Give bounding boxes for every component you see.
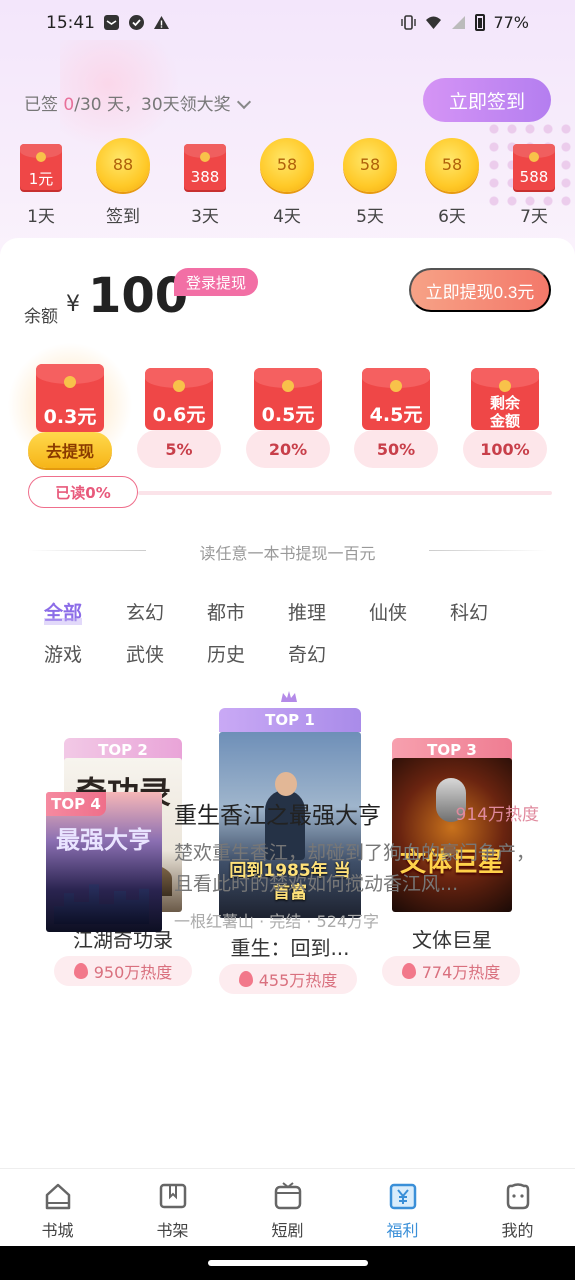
- tier-progress: 20%: [246, 430, 330, 468]
- signin-progress[interactable]: 已签 0/30 天，30天领大奖: [24, 90, 251, 115]
- signin-row: 已签 0/30 天，30天领大奖 立即签到: [24, 78, 551, 124]
- flame-icon: [238, 971, 253, 987]
- book-description: 楚欢重生香江，却碰到了狗血的豪门争产，且看此时的楚欢如何搅动香江风...: [174, 842, 536, 895]
- vibrate-icon: [401, 15, 417, 30]
- signal-icon: [452, 16, 466, 29]
- coin-icon: 58: [260, 138, 314, 192]
- nav-tab-bookstore[interactable]: 书城: [0, 1169, 115, 1247]
- signin-button[interactable]: 立即签到: [423, 78, 551, 122]
- bottom-nav: 书城 书架 短剧 福利 我的: [0, 1168, 575, 1246]
- status-bar: 15:41 77%: [0, 0, 575, 48]
- login-withdraw-tag[interactable]: 登录提现: [174, 268, 259, 296]
- category-tab-all[interactable]: 全部: [44, 598, 83, 625]
- tier-progress: 100%: [463, 430, 547, 468]
- category-tab-tuili[interactable]: 推理: [288, 598, 326, 625]
- withdraw-now-button[interactable]: 立即提现0.3元: [409, 268, 551, 312]
- heat-badge: 950万热度: [54, 956, 192, 986]
- red-packet-icon: 1元: [20, 144, 62, 190]
- check-circle-icon: [129, 15, 144, 30]
- battery-icon: [475, 14, 486, 31]
- category-tab-youxi[interactable]: 游戏: [44, 640, 82, 667]
- category-tab-xianxia[interactable]: 仙侠: [369, 598, 407, 625]
- coin-icon: 58: [425, 138, 479, 192]
- home-icon: [45, 1183, 71, 1210]
- section-title: 读任意一本书提现一百元: [199, 544, 376, 563]
- home-gesture-handle[interactable]: [208, 1260, 368, 1266]
- book-meta: 一根红薯山 · 完结 · 524万字: [174, 912, 380, 931]
- rank-badge: TOP 4: [46, 792, 106, 816]
- category-tab-dushi[interactable]: 都市: [207, 598, 245, 625]
- heat-badge: 774万热度: [382, 956, 520, 986]
- book-title: 重生香江之最强大亨: [174, 803, 381, 829]
- status-time: 15:41: [46, 13, 95, 33]
- nav-tab-bookshelf[interactable]: 书架: [115, 1169, 230, 1247]
- red-envelope-icon: 0.3元: [36, 364, 104, 432]
- category-tab-xuanhuan[interactable]: 玄幻: [126, 598, 164, 625]
- red-envelope-icon: 4.5元: [362, 368, 430, 430]
- red-packet-icon: 388: [184, 144, 226, 190]
- tier-progress: 50%: [354, 430, 438, 468]
- red-envelope-icon: 0.6元: [145, 368, 213, 430]
- message-icon: [104, 15, 119, 30]
- welfare-card: 余额 ¥ 100 登录提现 立即提现0.3元 0.3元 去提现 0.6元 5% …: [0, 238, 575, 1168]
- balance-label: 余额: [24, 307, 58, 327]
- balance-value: 100: [88, 268, 189, 324]
- nav-tab-profile[interactable]: 我的: [460, 1169, 575, 1247]
- yen-icon: [389, 1183, 417, 1210]
- system-navigation-bar: [0, 1246, 575, 1280]
- battery-percent: 77%: [493, 13, 529, 32]
- currency-symbol: ¥: [66, 292, 80, 317]
- book-title: 重生：回到...: [230, 936, 350, 960]
- category-tab-lishi[interactable]: 历史: [207, 640, 245, 667]
- read-progress-track: [138, 491, 552, 495]
- tier-progress: 5%: [137, 430, 221, 468]
- tv-icon: [274, 1182, 302, 1210]
- rank-badge: TOP 1: [219, 708, 361, 732]
- flame-icon: [401, 963, 416, 979]
- warning-icon: [154, 16, 169, 29]
- wifi-icon: [426, 16, 442, 29]
- red-envelope-icon: 0.5元: [254, 368, 322, 430]
- category-tab-qihuan[interactable]: 奇幻: [288, 640, 326, 667]
- nav-tab-shortdrama[interactable]: 短剧: [230, 1169, 345, 1247]
- heat-text: 914万热度: [455, 805, 539, 825]
- go-withdraw-button[interactable]: 去提现: [28, 432, 112, 468]
- red-packet-icon: 588: [513, 144, 555, 190]
- read-progress-badge: 已读0%: [28, 476, 138, 508]
- crown-icon: [281, 691, 297, 702]
- category-tab-wuxia[interactable]: 武侠: [126, 640, 164, 667]
- coin-icon: 88: [96, 138, 150, 192]
- profile-icon: [506, 1183, 530, 1210]
- bookshelf-icon: [159, 1183, 187, 1209]
- flame-icon: [73, 963, 88, 979]
- heat-badge: 455万热度: [219, 964, 357, 994]
- red-envelope-icon: 剩余金额: [471, 368, 539, 430]
- divider-right: [429, 550, 547, 551]
- nav-tab-welfare[interactable]: 福利: [345, 1169, 460, 1247]
- book-cover: TOP 4 最强大亨: [46, 792, 162, 932]
- coin-icon: 58: [343, 138, 397, 192]
- chevron-down-icon: [236, 94, 251, 110]
- book-title: 文体巨星: [412, 928, 492, 952]
- signin-days: 1元 1天 88 签到 388 3天 58 4天 58 5天 58 6天 588…: [0, 138, 575, 228]
- withdraw-tiers: 0.3元 去提现 0.6元 5% 0.5元 20% 4.5元 50% 剩余金额 …: [0, 340, 575, 490]
- category-tab-kehuan[interactable]: 科幻: [450, 598, 488, 625]
